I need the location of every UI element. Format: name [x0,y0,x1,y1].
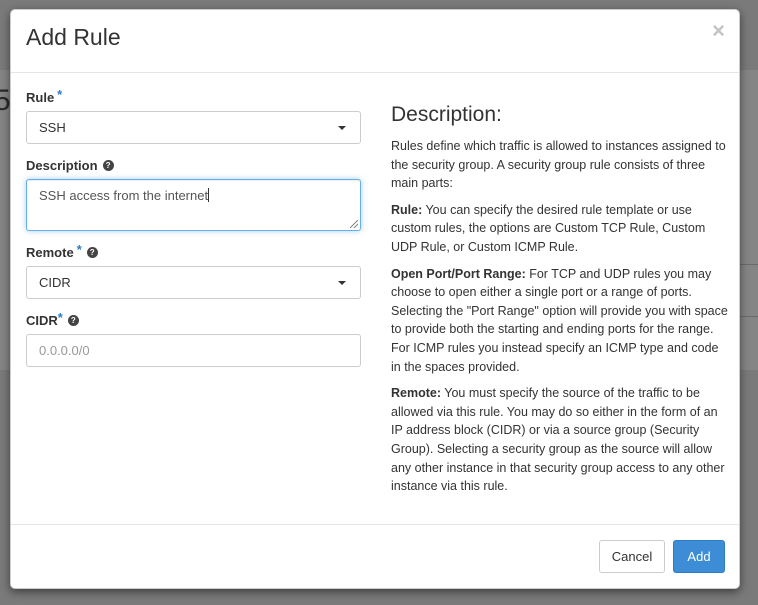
remote-label: Remote [26,244,74,260]
text-cursor [208,188,210,202]
dialog-footer: Cancel Add [11,524,739,588]
chevron-down-icon [338,281,346,285]
description-field-group: Description ? SSH access from the intern… [26,156,361,231]
background-divider [738,316,758,317]
help-port-text: For TCP and UDP rules you may choose to … [391,266,728,374]
add-button[interactable]: Add [673,540,725,573]
help-remote-term: Remote: [391,386,442,401]
help-rule-term: Rule: [391,202,423,217]
required-marker: * [57,86,63,102]
dialog-body: Rule * SSH Description ? SSH access from… [11,73,739,526]
rule-form: Rule * SSH Description ? SSH access from… [26,86,361,379]
help-icon[interactable]: ? [67,314,79,326]
required-marker: * [76,241,82,257]
help-panel: Description: Rules define which traffic … [391,103,728,504]
background-divider [738,264,758,265]
rule-field-group: Rule * SSH [26,86,361,144]
required-marker: * [57,309,63,325]
rule-select-value: SSH [39,120,66,135]
remote-select-value: CIDR [39,275,71,290]
help-icon[interactable]: ? [86,246,98,258]
chevron-down-icon [338,126,346,130]
rule-select[interactable]: SSH [26,111,361,144]
cidr-input[interactable]: 0.0.0.0/0 [26,334,361,367]
help-title: Description: [391,103,502,126]
help-port-term: Open Port/Port Range: [391,266,526,281]
help-rule-paragraph: Rule: You can specify the desired rule t… [391,201,728,257]
add-rule-dialog: Add Rule × Rule * SSH Description ? SSH … [10,9,740,589]
cidr-placeholder: 0.0.0.0/0 [39,343,90,358]
help-intro: Rules define which traffic is allowed to… [391,139,726,191]
help-rule-text: You can specify the desired rule templat… [391,202,706,254]
dialog-title: Add Rule [26,24,121,50]
close-icon[interactable]: × [712,20,725,42]
rule-label: Rule [26,89,55,105]
description-label: Description [26,157,98,173]
resize-handle-icon[interactable] [350,220,358,228]
cidr-field-group: CIDR * ? 0.0.0.0/0 [26,309,361,367]
cidr-label: CIDR [26,312,58,328]
description-textarea[interactable]: SSH access from the internet [26,179,361,231]
dialog-header: Add Rule × [11,10,739,73]
help-remote-text: You must specify the source of the traff… [391,386,725,494]
help-icon[interactable]: ? [102,159,114,171]
help-port-paragraph: Open Port/Port Range: For TCP and UDP ru… [391,265,728,377]
remote-select[interactable]: CIDR [26,266,361,299]
description-value: SSH access from the internet [39,188,209,203]
cancel-button[interactable]: Cancel [599,540,665,573]
help-remote-paragraph: Remote: You must specify the source of t… [391,384,728,496]
remote-field-group: Remote * ? CIDR [26,241,361,299]
